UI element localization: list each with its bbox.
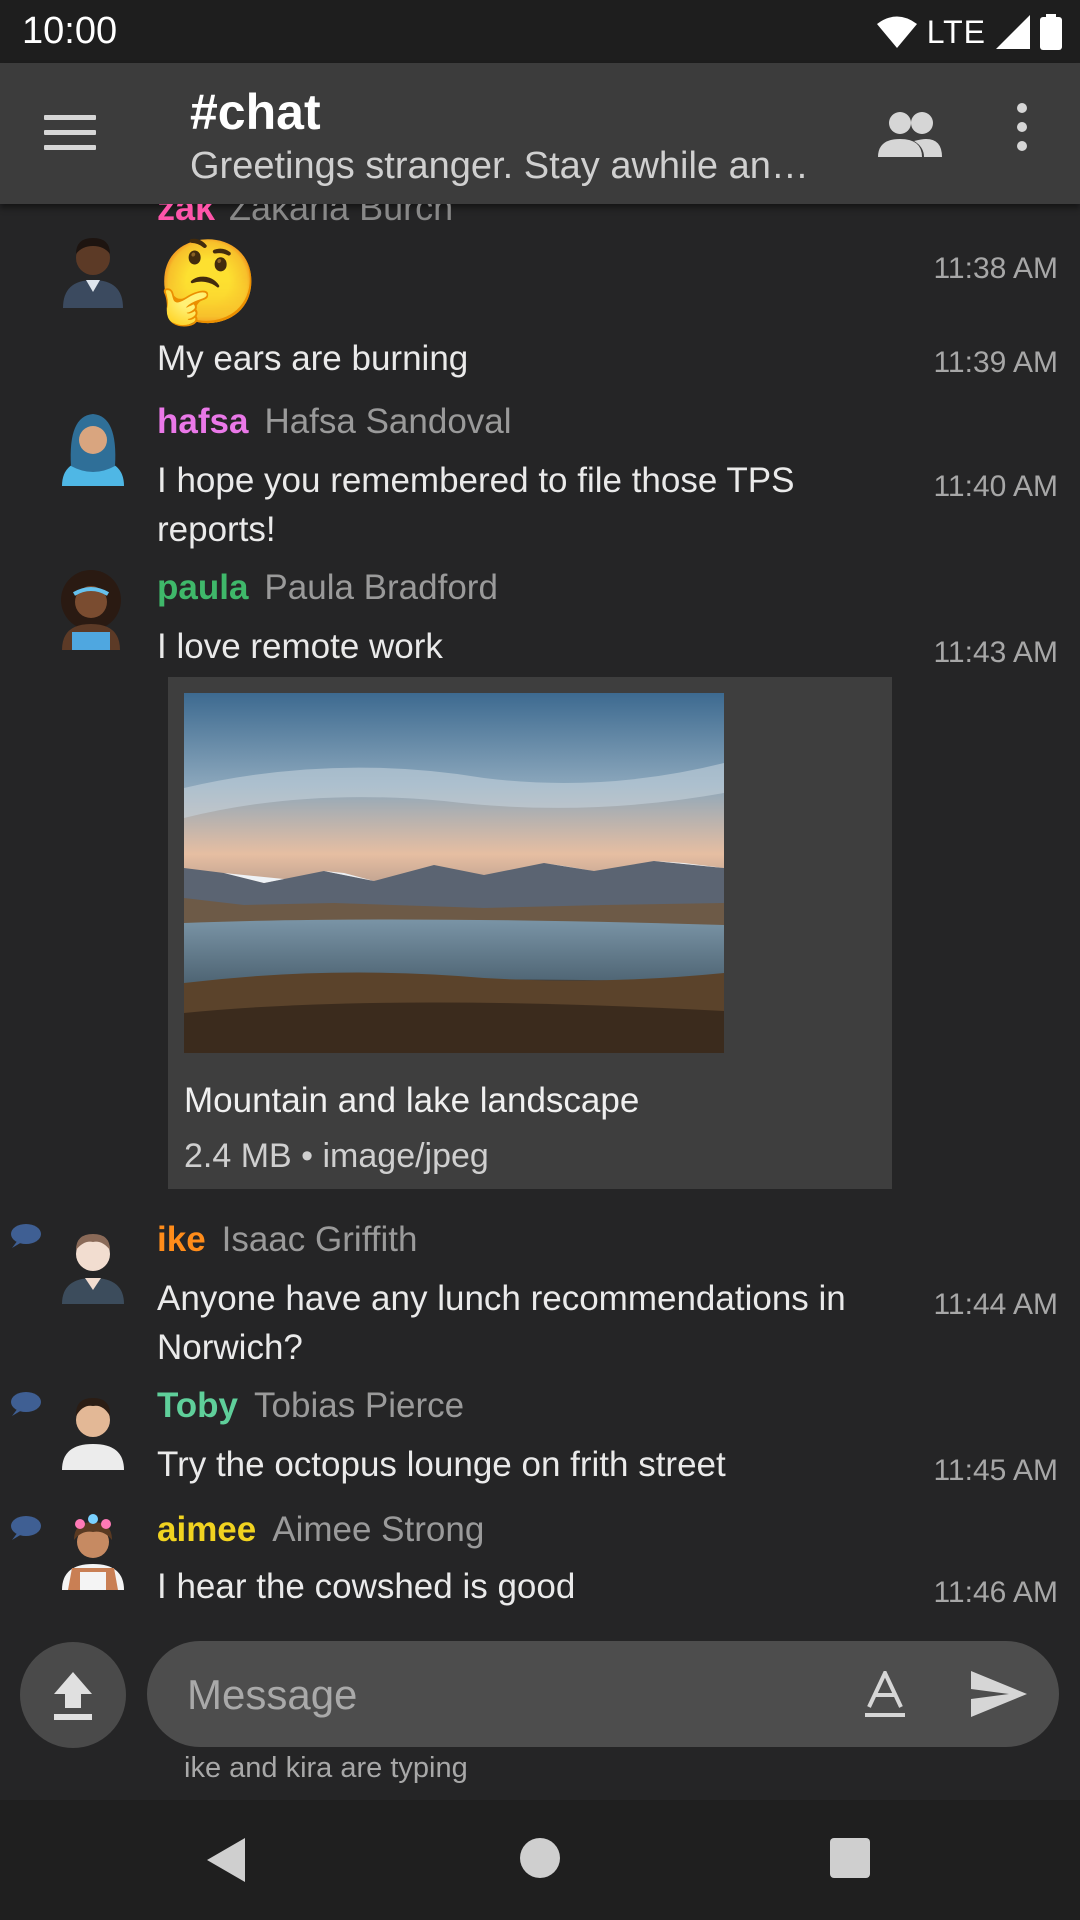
message-text: I love remote work	[157, 627, 443, 666]
upload-button[interactable]	[20, 1642, 126, 1748]
text-format-button[interactable]	[865, 1668, 905, 1721]
sender-nick[interactable]: Toby	[157, 1386, 238, 1425]
message-time: 11:46 AM	[933, 1576, 1058, 1609]
send-icon	[971, 1671, 1027, 1717]
message-sender: aimee Aimee Strong	[157, 1510, 484, 1550]
home-icon[interactable]	[520, 1838, 560, 1878]
message-time: 11:44 AM	[933, 1288, 1058, 1321]
message-text: Anyone have any lunch recommendations in…	[157, 1279, 846, 1367]
avatar-aimee[interactable]	[58, 1510, 128, 1590]
menu-button[interactable]	[44, 115, 96, 155]
thread-bubble-icon[interactable]	[8, 1222, 42, 1250]
message-text: Try the octopus lounge on frith street	[157, 1445, 726, 1484]
upload-icon	[54, 1672, 92, 1720]
avatar-toby[interactable]	[58, 1390, 128, 1470]
message-sender: Toby Tobias Pierce	[157, 1386, 464, 1426]
sender-nick[interactable]: hafsa	[157, 402, 248, 441]
sender-nick[interactable]: ike	[157, 1220, 206, 1259]
image-attachment[interactable]: Mountain and lake landscape 2.4 MB • ima…	[168, 677, 892, 1189]
thread-bubble-icon[interactable]	[8, 1390, 42, 1418]
thread-bubble-icon[interactable]	[8, 1514, 42, 1542]
sender-full-name: Paula Bradford	[264, 568, 498, 607]
message-time: 11:40 AM	[933, 470, 1058, 503]
message-text: My ears are burning	[157, 339, 469, 378]
recents-icon[interactable]	[830, 1838, 870, 1878]
channel-topic[interactable]: Greetings stranger. Stay awhile an…	[190, 145, 850, 188]
avatar-hafsa[interactable]	[58, 406, 128, 486]
app-bar: #chat Greetings stranger. Stay awhile an…	[0, 63, 1080, 204]
message-composer	[147, 1641, 1059, 1747]
message-sender: paula Paula Bradford	[157, 568, 498, 608]
send-button[interactable]	[969, 1669, 1029, 1719]
message-list[interactable]: zak Zakaria Burch 🤔 11:38 AM My ears are …	[0, 204, 1080, 1624]
status-time: 10:00	[22, 10, 118, 52]
sender-full-name: Isaac Griffith	[221, 1220, 418, 1259]
hamburger-icon	[44, 115, 96, 150]
avatar-ike[interactable]	[58, 1224, 128, 1304]
sender-full-name: Hafsa Sandoval	[264, 402, 512, 441]
channel-title: #chat	[190, 84, 321, 140]
sender-full-name: Tobias Pierce	[254, 1386, 465, 1425]
message-time: 11:43 AM	[933, 636, 1058, 669]
sender-nick[interactable]: paula	[157, 568, 248, 607]
sender-nick[interactable]: aimee	[157, 1510, 256, 1549]
cut-off-sender: zak Zakaria Burch	[157, 204, 454, 228]
landscape-photo[interactable]	[184, 693, 724, 1053]
sender-full-name: Aimee Strong	[272, 1510, 485, 1549]
status-bar: 10:00 LTE	[0, 0, 1080, 63]
message-input[interactable]	[185, 1659, 829, 1731]
avatar-zak[interactable]	[58, 228, 128, 308]
people-icon	[878, 112, 942, 157]
avatar-paula[interactable]	[56, 570, 126, 650]
wifi-icon	[876, 16, 917, 48]
battery-icon	[1040, 14, 1062, 50]
more-vert-icon	[1004, 103, 1040, 151]
network-type: LTE	[926, 13, 986, 50]
message-text: I hear the cowshed is good	[157, 1567, 576, 1606]
message-sender: ike Isaac Griffith	[157, 1220, 417, 1260]
signal-icon	[996, 15, 1030, 49]
message-time: 11:38 AM	[933, 252, 1058, 285]
more-options-button[interactable]	[1004, 103, 1040, 163]
message-sender: hafsa Hafsa Sandoval	[157, 402, 512, 442]
members-button[interactable]	[878, 109, 942, 161]
system-nav-bar	[0, 1800, 1080, 1920]
emoji-message: 🤔	[157, 237, 260, 328]
attachment-title: Mountain and lake landscape	[184, 1081, 640, 1120]
text-format-icon	[865, 1668, 905, 1717]
message-time: 11:45 AM	[933, 1454, 1058, 1487]
typing-indicator: ike and kira are typing	[184, 1752, 468, 1784]
message-text: I hope you remembered to file those TPS …	[157, 461, 795, 549]
back-icon[interactable]	[205, 1836, 249, 1884]
message-time: 11:39 AM	[933, 346, 1058, 379]
status-icons: LTE	[876, 12, 1062, 52]
attachment-meta: 2.4 MB • image/jpeg	[184, 1137, 489, 1175]
